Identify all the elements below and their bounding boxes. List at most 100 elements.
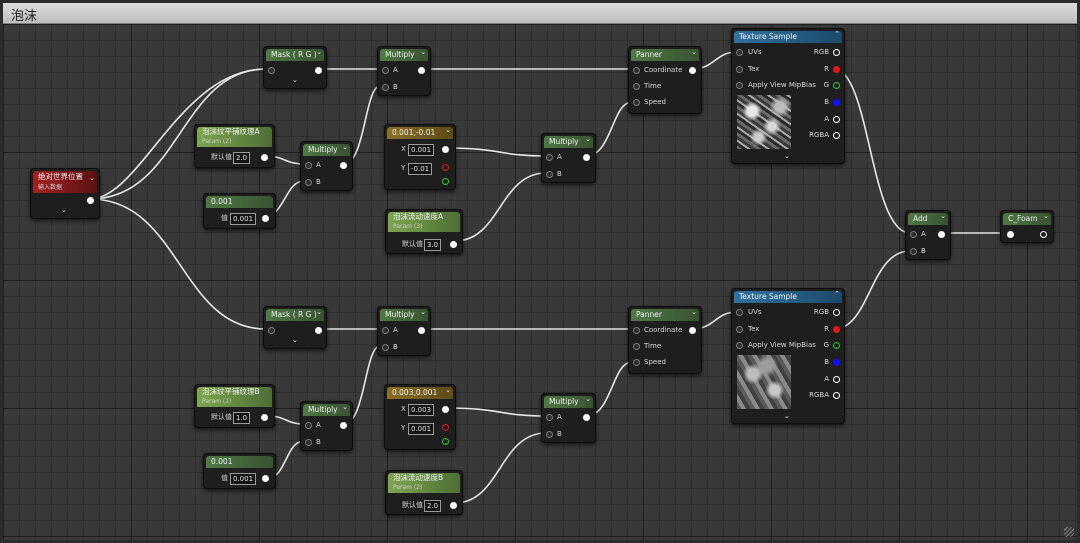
panner-node[interactable]: Panner ⌄ Coordinate Time Speed	[628, 46, 702, 114]
output-pin[interactable]	[583, 154, 590, 161]
chevron-down-icon[interactable]: ⌄	[342, 144, 348, 151]
collapse-chevron-icon[interactable]: ⌃	[834, 31, 840, 38]
y-value-field[interactable]: -0.01	[408, 163, 433, 175]
chevron-down-icon[interactable]: ⌄	[89, 175, 95, 182]
output-pin-b[interactable]	[833, 99, 840, 106]
input-pin-time[interactable]	[633, 343, 640, 350]
multiply-node[interactable]: Multiply ⌄ A B	[377, 306, 431, 356]
scalar-param-node[interactable]: 泡沫流动速度B Param (2) 默认值 2.0	[385, 470, 463, 515]
mask-node[interactable]: Mask ( R G ) ⌄ ⌄	[263, 46, 327, 89]
mask-node[interactable]: Mask ( R G ) ⌄ ⌄	[263, 306, 327, 349]
multiply-node[interactable]: Multiply ⌄ A B	[300, 401, 353, 451]
output-pin-rgba[interactable]	[833, 132, 840, 139]
input-pin-b[interactable]	[546, 431, 553, 438]
chevron-down-icon[interactable]: ⌄	[316, 309, 322, 316]
input-pin-a[interactable]	[382, 67, 389, 74]
input-pin-b[interactable]	[305, 179, 312, 186]
input-pin-coordinate[interactable]	[633, 327, 640, 334]
texture-sample-node[interactable]: Texture Sample ⌃ UVs Tex Apply View MipB…	[731, 28, 845, 164]
output-pin-g[interactable]	[442, 438, 449, 445]
chevron-down-icon[interactable]: ⌄	[585, 136, 591, 143]
output-pin-rgb[interactable]	[833, 309, 840, 316]
input-pin-coordinate[interactable]	[633, 67, 640, 74]
output-pin[interactable]	[583, 414, 590, 421]
input-pin-b[interactable]	[910, 248, 917, 255]
chevron-down-icon[interactable]: ⌄	[585, 396, 591, 403]
node-graph-canvas[interactable]	[3, 24, 1077, 540]
resize-grip-icon[interactable]	[1064, 527, 1074, 537]
input-pin-tex[interactable]	[736, 326, 743, 333]
output-pin[interactable]	[450, 241, 457, 248]
chevron-down-icon[interactable]: ⌄	[420, 49, 426, 56]
input-pin-a[interactable]	[382, 327, 389, 334]
output-pin-r[interactable]	[833, 66, 840, 73]
input-pin-speed[interactable]	[633, 99, 640, 106]
input-pin-mipbias[interactable]	[736, 342, 743, 349]
expand-chevron-icon[interactable]: ⌄	[784, 153, 790, 160]
input-pin-a[interactable]	[305, 422, 312, 429]
x-value-field[interactable]: 0.001	[408, 144, 435, 156]
input-pin-speed[interactable]	[633, 359, 640, 366]
output-pin[interactable]	[938, 231, 945, 238]
x-value-field[interactable]: 0.003	[408, 404, 435, 416]
input-pin-b[interactable]	[382, 344, 389, 351]
output-pin[interactable]	[261, 414, 268, 421]
value-field[interactable]: 2.0	[233, 152, 251, 164]
constant-node[interactable]: 0.001 值 0.001	[203, 453, 276, 489]
input-pin[interactable]	[268, 327, 275, 334]
output-pin[interactable]	[87, 197, 94, 204]
multiply-node[interactable]: Multiply ⌄ A B	[541, 133, 596, 183]
constant-node[interactable]: 0.001 值 0.001	[203, 193, 276, 229]
output-pin[interactable]	[262, 475, 269, 482]
output-pin-r[interactable]	[833, 326, 840, 333]
world-position-node[interactable]: 绝对世界位置 输入数据 ⌄ ⌄	[30, 168, 100, 219]
multiply-node[interactable]: Multiply ⌄ A B	[377, 46, 431, 96]
output-pin-g[interactable]	[833, 82, 840, 89]
input-pin-a[interactable]	[546, 414, 553, 421]
output-pin[interactable]	[418, 327, 425, 334]
output-pin[interactable]	[315, 67, 322, 74]
input-pin-mipbias[interactable]	[736, 82, 743, 89]
value-field[interactable]: 1.0	[233, 412, 251, 424]
chevron-down-icon[interactable]: ⌄	[445, 127, 451, 134]
value-field[interactable]: 0.001	[230, 213, 257, 225]
input-pin[interactable]	[1007, 231, 1014, 238]
input-pin-a[interactable]	[305, 162, 312, 169]
expand-chevron-icon[interactable]: ⌄	[61, 207, 67, 214]
expand-chevron-icon[interactable]: ⌄	[784, 413, 790, 420]
input-pin-uvs[interactable]	[736, 49, 743, 56]
chevron-down-icon[interactable]: ⌄	[342, 404, 348, 411]
value-field[interactable]: 2.0	[424, 500, 442, 512]
input-pin-b[interactable]	[305, 439, 312, 446]
output-pin-a[interactable]	[833, 116, 840, 123]
scalar-param-node[interactable]: 泡沫纹平铺纹理B Param (1) 默认值 1.0	[194, 384, 275, 428]
scalar-param-node[interactable]: 泡沫流动速度A Param (3) 默认值 3.0	[385, 209, 463, 254]
named-reroute-output-node[interactable]: C_Foam ⌄	[1000, 210, 1054, 243]
output-pin[interactable]	[1040, 231, 1047, 238]
chevron-down-icon[interactable]: ⌄	[691, 309, 697, 316]
output-pin[interactable]	[262, 215, 269, 222]
add-node[interactable]: Add ⌄ A B	[905, 210, 951, 260]
output-pin-g[interactable]	[442, 178, 449, 185]
output-pin[interactable]	[418, 67, 425, 74]
output-pin[interactable]	[450, 502, 457, 509]
output-pin[interactable]	[340, 422, 347, 429]
output-pin-b[interactable]	[833, 359, 840, 366]
output-pin-g[interactable]	[833, 342, 840, 349]
window-titlebar[interactable]: 泡沫	[3, 3, 1077, 24]
input-pin-uvs[interactable]	[736, 309, 743, 316]
value-field[interactable]: 0.001	[230, 473, 257, 485]
input-pin[interactable]	[268, 67, 275, 74]
input-pin-time[interactable]	[633, 83, 640, 90]
output-pin[interactable]	[689, 327, 696, 334]
output-pin-a[interactable]	[833, 376, 840, 383]
chevron-down-icon[interactable]: ⌄	[1043, 213, 1049, 220]
output-pin[interactable]	[689, 67, 696, 74]
input-pin-b[interactable]	[382, 84, 389, 91]
panner-node[interactable]: Panner ⌄ Coordinate Time Speed	[628, 306, 702, 374]
output-pin[interactable]	[261, 154, 268, 161]
chevron-down-icon[interactable]: ⌄	[316, 49, 322, 56]
output-pin-rgb[interactable]	[833, 49, 840, 56]
output-pin[interactable]	[315, 327, 322, 334]
y-value-field[interactable]: 0.001	[408, 423, 435, 435]
